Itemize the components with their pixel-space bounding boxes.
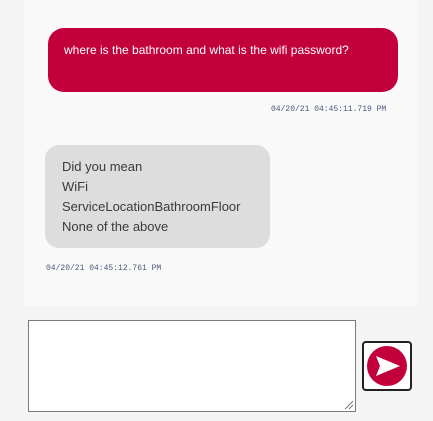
user-message-text: where is the bathroom and what is the wi… — [64, 43, 349, 57]
resize-grip-icon[interactable] — [344, 400, 354, 410]
bot-message-timestamp: 04/20/21 04:45:12.761 PM — [46, 264, 162, 273]
bot-prompt-text: Did you mean — [62, 159, 143, 174]
bot-option-wifi[interactable]: WiFi — [62, 177, 270, 197]
send-arrow-icon — [367, 346, 407, 386]
bot-option-none[interactable]: None of the above — [62, 217, 270, 237]
chat-window: where is the bathroom and what is the wi… — [0, 0, 433, 421]
message-input[interactable] — [28, 320, 356, 412]
user-message-timestamp: 04/20/21 04:45:11.719 PM — [271, 105, 387, 114]
user-message-bubble: where is the bathroom and what is the wi… — [48, 28, 398, 92]
bot-option-bathroom-floor[interactable]: ServiceLocationBathroomFloor — [62, 197, 270, 217]
bot-message-bubble: Did you mean WiFi ServiceLocationBathroo… — [45, 145, 270, 248]
send-button[interactable] — [362, 341, 412, 391]
